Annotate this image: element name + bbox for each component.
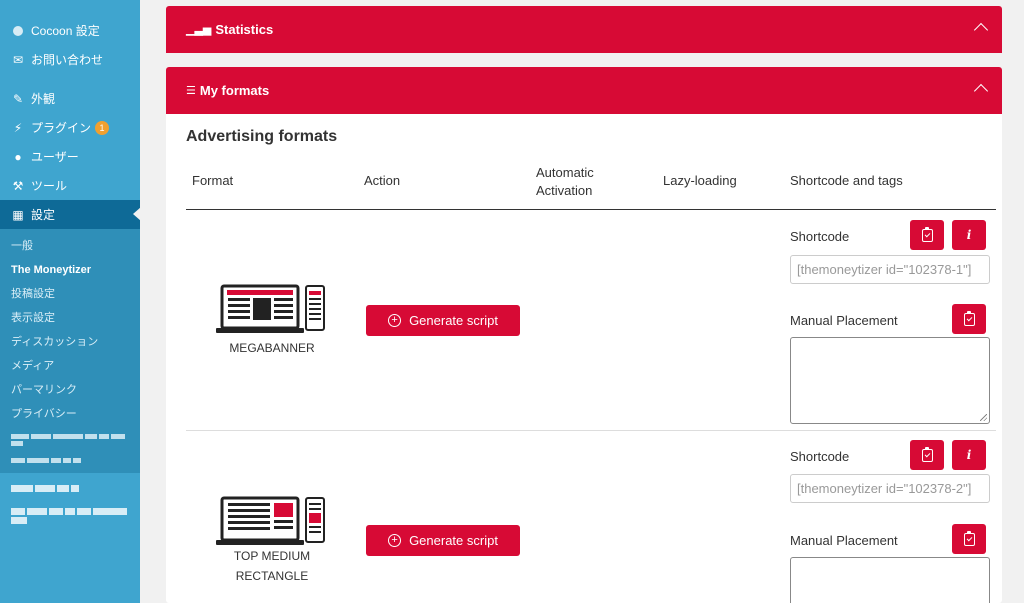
- submenu-item-media[interactable]: メディア: [0, 354, 140, 378]
- format-name-line1: TOP MEDIUM: [233, 549, 311, 563]
- shortcode-input[interactable]: [themoneytizer id="102378-2"]: [790, 474, 990, 503]
- submenu-item-privacy[interactable]: プライバシー: [0, 402, 140, 426]
- copy-shortcode-button[interactable]: [910, 440, 944, 470]
- column-header-automatic-line2: Activation: [536, 183, 593, 198]
- pixelated-menu-item[interactable]: [0, 473, 140, 496]
- column-header-shortcode: Shortcode and tags: [790, 173, 903, 188]
- manual-placement-label: Manual Placement: [790, 313, 898, 328]
- formats-panel: ☰ My formats Advertising formats Format …: [166, 67, 1002, 603]
- pixelated-submenu-item[interactable]: [0, 450, 140, 469]
- submenu-item-discussion[interactable]: ディスカッション: [0, 330, 140, 354]
- shortcode-label: Shortcode: [790, 449, 850, 464]
- sidebar-item-label: Cocoon 設定: [31, 24, 100, 38]
- column-header-automatic: Automatic Activation: [536, 164, 594, 200]
- clipboard-icon: [921, 446, 933, 462]
- megabanner-device-icon: [216, 284, 325, 333]
- submenu-item-writing[interactable]: 投稿設定: [0, 282, 140, 306]
- formats-title: My formats: [199, 83, 270, 98]
- sidebar-item-cocoon[interactable]: Cocoon 設定: [0, 16, 140, 45]
- statistics-panel-header[interactable]: ▁▃▅ Statistics: [166, 6, 1002, 53]
- sidebar-item-tools[interactable]: ⚒ ツール: [0, 171, 140, 200]
- format-name: TOP MEDIUM RECTANGLE: [212, 546, 332, 586]
- submenu-item-general[interactable]: 一般: [0, 234, 140, 258]
- sidebar-item-label: お問い合わせ: [31, 53, 104, 67]
- column-header-action: Action: [364, 173, 401, 188]
- format-name-line2: RECTANGLE: [235, 569, 309, 583]
- shortcode-input[interactable]: [themoneytizer id="102378-1"]: [790, 255, 990, 284]
- cocoon-circle-icon: [11, 24, 25, 38]
- sidebar-top-spacer: [0, 0, 140, 16]
- wrench-icon: ⚒: [12, 178, 24, 193]
- pixelated-menu-item[interactable]: [0, 496, 140, 528]
- mail-icon: ✉: [12, 52, 24, 67]
- clipboard-icon: [921, 226, 933, 242]
- chevron-up-icon[interactable]: [973, 22, 989, 37]
- sidebar-item-users[interactable]: ● ユーザー: [0, 142, 140, 171]
- settings-icon: ▦: [12, 207, 24, 222]
- format-name-line1: MEGABANNER: [229, 341, 315, 355]
- sidebar-separator: [0, 74, 140, 84]
- column-header-automatic-line1: Automatic: [536, 165, 594, 180]
- generate-script-button[interactable]: + Generate script: [366, 525, 520, 556]
- sidebar-item-label: プラグイン: [31, 121, 92, 135]
- info-icon: i: [966, 448, 972, 462]
- table-header-divider: [186, 209, 996, 210]
- sidebar-item-label: ツール: [31, 179, 68, 193]
- manual-placement-textarea[interactable]: [790, 557, 990, 603]
- sidebar-item-contact[interactable]: ✉ お問い合わせ: [0, 45, 140, 74]
- copy-manual-placement-button[interactable]: [952, 524, 986, 554]
- clipboard-icon: [963, 310, 975, 326]
- top-medium-rectangle-device-icon: [216, 496, 325, 545]
- appearance-brush-icon: ✎: [12, 91, 24, 106]
- submenu-item-permalinks[interactable]: パーマリンク: [0, 378, 140, 402]
- submenu-item-reading[interactable]: 表示設定: [0, 306, 140, 330]
- column-header-lazy: Lazy-loading: [663, 173, 737, 188]
- section-title: Advertising formats: [186, 128, 338, 145]
- sidebar-item-label: ユーザー: [31, 150, 79, 164]
- list-icon: ☰: [186, 85, 196, 97]
- sidebar-item-settings[interactable]: ▦ 設定: [0, 200, 141, 229]
- info-button[interactable]: i: [952, 440, 986, 470]
- shortcode-label: Shortcode: [790, 229, 850, 244]
- sidebar-item-label: 外観: [31, 92, 56, 106]
- resize-grip-icon[interactable]: [980, 414, 987, 421]
- format-name: MEGABANNER: [212, 338, 332, 358]
- settings-submenu: 一般 The Moneytizer 投稿設定 表示設定 ディスカッション メディ…: [0, 229, 140, 473]
- update-count-badge: 1: [95, 120, 110, 135]
- info-button[interactable]: i: [952, 220, 986, 250]
- info-icon: i: [966, 228, 972, 242]
- manual-placement-textarea[interactable]: [790, 337, 990, 424]
- copy-manual-placement-button[interactable]: [952, 304, 986, 334]
- plugin-icon: ⚡: [13, 120, 23, 135]
- manual-placement-label: Manual Placement: [790, 533, 898, 548]
- sidebar-item-appearance[interactable]: ✎ 外観: [0, 84, 140, 113]
- submenu-item-moneytizer[interactable]: The Moneytizer: [0, 258, 140, 282]
- sidebar-item-label: 設定: [31, 208, 56, 222]
- generate-script-label: Generate script: [409, 533, 498, 548]
- bar-chart-icon: ▁▃▅: [186, 24, 212, 36]
- pixelated-submenu-item[interactable]: [0, 426, 140, 450]
- clipboard-icon: [963, 530, 975, 546]
- generate-script-button[interactable]: + Generate script: [366, 305, 520, 336]
- user-icon: ●: [14, 149, 22, 164]
- chevron-up-icon[interactable]: [973, 83, 989, 98]
- row-divider: [186, 430, 996, 431]
- statistics-panel: ▁▃▅ Statistics: [166, 6, 1002, 53]
- column-header-format: Format: [192, 173, 234, 188]
- generate-script-label: Generate script: [409, 313, 498, 328]
- statistics-title: Statistics: [215, 22, 274, 37]
- plus-circle-icon: +: [388, 534, 402, 547]
- admin-sidebar: Cocoon 設定 ✉ お問い合わせ ✎ 外観 ⚡ プラグイン 1 ● ユーザー…: [0, 0, 141, 603]
- copy-shortcode-button[interactable]: [910, 220, 944, 250]
- formats-panel-header[interactable]: ☰ My formats: [166, 67, 1002, 114]
- sidebar-item-plugins[interactable]: ⚡ プラグイン 1: [0, 113, 140, 142]
- plus-circle-icon: +: [388, 314, 402, 327]
